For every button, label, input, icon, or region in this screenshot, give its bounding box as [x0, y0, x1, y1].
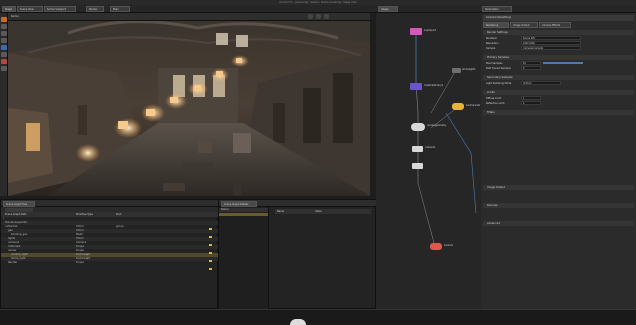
- node-karma-label: karma1: [444, 244, 454, 247]
- playback-control-icon[interactable]: [290, 319, 306, 325]
- param-pixel-samples-field[interactable]: 64: [521, 61, 541, 65]
- handle-tool-icon[interactable]: [1, 59, 7, 64]
- param-renderer-label: Renderer: [486, 37, 497, 40]
- move-tool-icon[interactable]: [1, 24, 7, 29]
- tab-0[interactable]: Stage: [2, 6, 16, 12]
- param-light-sampling-field[interactable]: Uniform: [521, 81, 561, 85]
- scale-tool-icon[interactable]: [1, 38, 7, 43]
- param-tab-camera-effects[interactable]: Camera Effects: [539, 22, 571, 28]
- visibility-column: [207, 224, 217, 274]
- details-header-value: Value: [315, 210, 322, 213]
- param-reflection-limit-label: Reflection Limit: [486, 102, 505, 105]
- param-tab-image-output[interactable]: Image Output: [510, 22, 538, 28]
- tab-1[interactable]: Scene View: [17, 6, 43, 12]
- tab-4[interactable]: Main: [110, 6, 130, 12]
- section-advanced[interactable]: Advanced: [483, 221, 634, 226]
- param-resolution-field[interactable]: 1920 1080: [521, 41, 581, 45]
- param-camera-field[interactable]: /cameras/camera1: [521, 46, 581, 50]
- camera-menu-icon[interactable]: [316, 14, 321, 19]
- param-pixel-samples-label: Pixel Samples: [486, 62, 503, 65]
- node-rendergeometry-label: rendergeometry: [427, 124, 447, 127]
- details-panel: Scene Graph Details Name Name Value: [218, 199, 377, 310]
- node-domelight[interactable]: [452, 68, 461, 73]
- select-tool-icon[interactable]: [1, 17, 7, 22]
- node-domelight-label: domelight1: [462, 68, 476, 71]
- node-materiallibrary[interactable]: [410, 83, 422, 90]
- section-primary-samples[interactable]: Primary Samples: [483, 55, 634, 60]
- viewport-tab-label: Karma: [11, 15, 19, 18]
- section-secondary-samples[interactable]: Secondary Samples: [483, 75, 634, 80]
- param-reflection-limit-field[interactable]: 4: [521, 101, 541, 105]
- parameters-panel: karmarendersettings Rendering Image Outp…: [481, 13, 636, 309]
- section-render-settings[interactable]: Render Settings: [483, 30, 634, 35]
- node-materiallibrary-label: materiallibrary1: [424, 84, 444, 87]
- light-tool-icon[interactable]: [1, 52, 7, 57]
- param-diffuse-limit-field[interactable]: 1: [521, 96, 541, 100]
- viewport-toolstrip: [0, 13, 8, 196]
- node-extra[interactable]: [412, 163, 423, 169]
- scene-graph-panel: Scene Graph Tree Scene Graph Path Primit…: [0, 199, 219, 310]
- node-network-panel[interactable]: sopimport materiallibrary1 domelight1 ka…: [376, 13, 481, 309]
- node-sopimport[interactable]: [410, 28, 422, 35]
- pixel-samples-slider[interactable]: [543, 62, 583, 64]
- parameters-tab[interactable]: Parameters: [482, 6, 512, 12]
- param-diffuse-limit-label: Diffuse Limit: [486, 97, 502, 100]
- view-tool-icon[interactable]: [1, 66, 7, 71]
- node-karmarendersettings-label: karmarendersettings: [466, 104, 480, 107]
- param-path-samples-field[interactable]: 9: [521, 66, 541, 70]
- details-col-name: Name: [219, 208, 268, 212]
- rotate-tool-icon[interactable]: [1, 31, 7, 36]
- details-header: Name Value: [275, 209, 371, 214]
- details-header-name: Name: [277, 210, 285, 213]
- param-light-sampling-label: Light Sampling Mode: [486, 82, 512, 85]
- param-camera-label: Camera: [486, 47, 496, 50]
- scene-graph-filter-field[interactable]: [5, 207, 33, 212]
- param-path-samples-label: Path Traced Samples: [486, 67, 511, 70]
- section-denoise[interactable]: Denoise: [483, 203, 634, 208]
- parameters-node-name: karmarendersettings: [486, 16, 511, 19]
- details-left-list[interactable]: Name: [219, 207, 269, 310]
- node-sopimport-label: sopimport: [424, 29, 437, 32]
- section-limits[interactable]: Limits: [483, 90, 634, 95]
- section-image-output[interactable]: Image Output: [483, 185, 634, 190]
- tab-2[interactable]: Karma Viewport: [44, 6, 76, 12]
- viewport-toolbar: Karma: [8, 13, 370, 21]
- cathedral-render: [8, 13, 370, 196]
- node-camera-label: camera1: [425, 146, 436, 149]
- param-tab-rendering[interactable]: Rendering: [483, 22, 509, 28]
- param-renderer-field[interactable]: Karma XPU: [521, 36, 581, 40]
- render-menu-icon[interactable]: [324, 14, 329, 19]
- camera-tool-icon[interactable]: [1, 45, 7, 50]
- scene-graph-rows: / HoudiniLayerInfo cathedral Xform group g…: [1, 217, 219, 310]
- details-selected-row[interactable]: [219, 213, 268, 216]
- param-resolution-label: Resolution: [486, 42, 499, 45]
- node-karma[interactable]: [430, 243, 442, 250]
- tab-3[interactable]: Render: [86, 6, 104, 12]
- table-row[interactable]: Render Scope: [1, 261, 219, 265]
- node-rendergeometry[interactable]: [411, 123, 425, 131]
- node-karmarendersettings[interactable]: [452, 103, 464, 110]
- render-viewport[interactable]: [8, 13, 370, 196]
- section-filters[interactable]: Filters: [483, 110, 634, 115]
- display-options-icon[interactable]: [308, 14, 313, 19]
- node-camera[interactable]: [412, 146, 423, 152]
- network-wires: [415, 35, 477, 244]
- status-bar: [0, 309, 636, 325]
- right-tab-bar: /stage Parameters: [376, 5, 636, 13]
- top-tab-bar: Stage Scene View Karma Viewport Render M…: [0, 5, 376, 13]
- network-tab[interactable]: /stage: [378, 6, 398, 12]
